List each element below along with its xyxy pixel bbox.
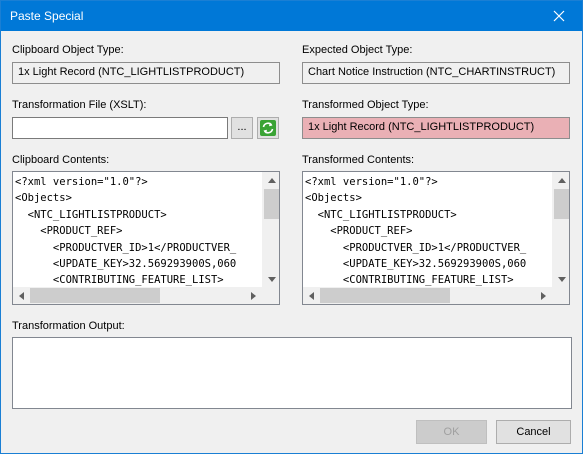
scroll-down-arrow[interactable] [553,271,569,288]
horizontal-scroll-thumb[interactable] [30,288,160,303]
scroll-right-arrow[interactable] [245,287,262,304]
horizontal-scroll-thumb[interactable] [320,288,450,303]
cancel-button[interactable]: Cancel [496,420,571,444]
code-line: <?xml version="1.0"?> [15,176,148,188]
transformation-file-label: Transformation File (XSLT): [12,99,147,111]
transformed-contents-label: Transformed Contents: [302,154,415,166]
scroll-up-arrow[interactable] [553,172,569,189]
browse-button[interactable]: ... [231,117,253,139]
expected-type-field: Chart Notice Instruction (NTC_CHARTINSTR… [302,62,570,84]
clipboard-contents-label: Clipboard Contents: [12,154,110,166]
scroll-right-arrow[interactable] [535,287,552,304]
refresh-button[interactable] [257,117,279,139]
chevron-up-icon [267,178,276,183]
code-line: <PRODUCTVER_ID>1</PRODUCTVER_ [305,241,527,254]
vertical-scroll-thumb[interactable] [554,189,569,219]
chevron-right-icon [541,291,546,300]
window-title: Paste Special [10,9,84,23]
code-line: <NTC_LIGHTLISTPRODUCT> [305,208,457,221]
refresh-icon [260,120,276,136]
scroll-down-arrow[interactable] [263,271,279,288]
horizontal-scrollbar[interactable] [303,287,552,304]
transformed-contents-text: <?xml version="1.0"?> <Objects> <NTC_LIGH… [305,174,533,304]
transformation-output-textarea[interactable] [12,337,572,409]
scroll-up-arrow[interactable] [263,172,279,189]
close-button[interactable] [536,1,582,31]
vertical-scroll-thumb[interactable] [264,189,279,219]
clipboard-contents-textarea[interactable]: <?xml version="1.0"?> <Objects> <NTC_LIGH… [12,171,280,305]
chevron-down-icon [557,277,566,282]
clipboard-contents-text: <?xml version="1.0"?> <Objects> <NTC_LIGH… [15,174,243,304]
code-line: <PRODUCT_REF> [15,225,123,238]
paste-special-dialog: Paste Special Clipboard Object Type: 1x … [0,0,583,454]
chevron-down-icon [267,277,276,282]
transformed-type-label: Transformed Object Type: [302,99,429,111]
expected-type-label: Expected Object Type: [302,44,413,56]
code-line: <UPDATE_KEY>32.569293900S,060 [15,258,237,271]
transformation-file-input[interactable] [12,117,228,139]
code-line: <Objects> [305,192,362,205]
clipboard-type-field: 1x Light Record (NTC_LIGHTLISTPRODUCT) [12,62,280,84]
code-line: <NTC_LIGHTLISTPRODUCT> [15,208,167,221]
scroll-corner [262,287,279,304]
code-line: <PRODUCTVER_ID>1</PRODUCTVER_ [15,241,237,254]
button-bar: OK Cancel [1,409,582,453]
chevron-right-icon [251,291,256,300]
ok-button[interactable]: OK [416,420,487,444]
scroll-left-arrow[interactable] [13,287,30,304]
chevron-left-icon [309,291,314,300]
scroll-corner [552,287,569,304]
transformed-type-field: 1x Light Record (NTC_LIGHTLISTPRODUCT) [302,117,570,139]
chevron-left-icon [19,291,24,300]
chevron-up-icon [557,178,566,183]
code-line: <Objects> [15,192,72,205]
title-bar: Paste Special [1,1,582,31]
transformation-output-label: Transformation Output: [12,320,125,332]
clipboard-type-label: Clipboard Object Type: [12,44,124,56]
code-line: <UPDATE_KEY>32.569293900S,060 [305,258,527,271]
horizontal-scrollbar[interactable] [13,287,262,304]
code-line: <PRODUCT_REF> [305,225,413,238]
close-icon [553,10,565,22]
scroll-left-arrow[interactable] [303,287,320,304]
vertical-scrollbar[interactable] [262,172,279,288]
code-line: <?xml version="1.0"?> [305,176,438,188]
transformed-contents-textarea[interactable]: <?xml version="1.0"?> <Objects> <NTC_LIGH… [302,171,570,305]
vertical-scrollbar[interactable] [552,172,569,288]
